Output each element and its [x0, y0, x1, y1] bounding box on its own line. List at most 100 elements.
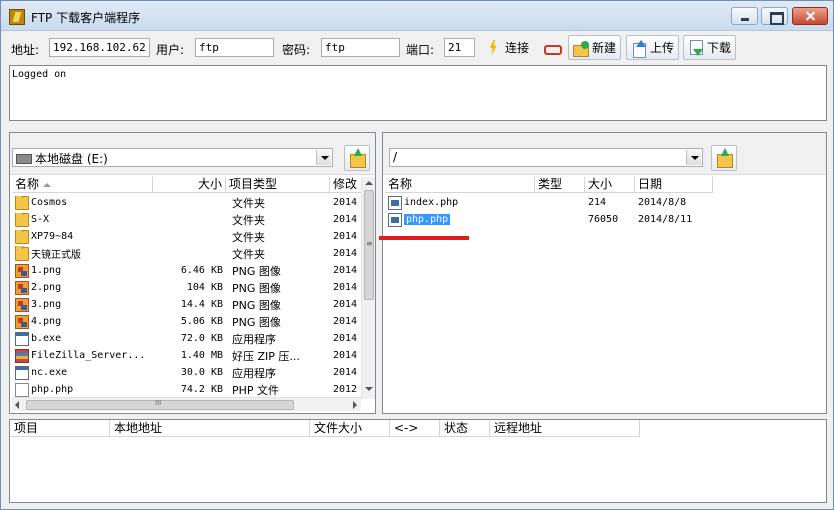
local-col-type[interactable]: 项目类型 — [226, 177, 330, 193]
local-file-row[interactable]: S-X 文件夹 2014 — [12, 211, 361, 228]
file-type: 好压 ZIP 压... — [232, 349, 300, 363]
file-modified: 2014 — [333, 367, 358, 378]
upload-icon — [631, 39, 647, 58]
file-size: 76050 — [588, 214, 619, 225]
queue-col-size[interactable]: 文件大小 — [310, 420, 390, 437]
remote-file-pane: / 名称 类型 大小 日期 index.php 214 2014/8/8 php.ph… — [382, 132, 827, 414]
file-name: 2.png — [31, 282, 62, 293]
queue-column-header: 项目 本地地址 文件大小 <-> 状态 远程地址 — [10, 420, 640, 437]
remote-col-type[interactable]: 类型 — [535, 177, 585, 193]
local-horizontal-scrollbar[interactable] — [12, 397, 361, 411]
scroll-up-icon[interactable] — [365, 181, 373, 185]
local-file-row[interactable]: Cosmos 文件夹 2014 — [12, 194, 361, 211]
file-type: 应用程序 — [232, 332, 276, 346]
minimize-button[interactable] — [731, 7, 758, 25]
minimize-icon — [732, 8, 757, 24]
file-type: 文件夹 — [232, 230, 265, 244]
remote-path-label: / — [393, 150, 398, 164]
file-size: 104 KB — [186, 282, 223, 293]
connect-label: 连接 — [505, 41, 530, 55]
new-folder-button[interactable]: 新建 — [568, 35, 622, 60]
local-file-row[interactable]: b.exe 72.0 KB 应用程序 2014 — [12, 330, 361, 347]
scroll-thumb[interactable] — [364, 190, 374, 300]
remote-file-row[interactable]: php.php 76050 2014/8/11 — [385, 211, 713, 228]
local-col-name[interactable]: 名称 — [12, 177, 153, 193]
local-file-row[interactable]: 4.png 5.06 KB PNG 图像 2014 — [12, 313, 361, 330]
file-modified: 2014 — [333, 350, 358, 361]
queue-col-direction[interactable]: <-> — [390, 420, 440, 437]
local-file-row[interactable]: FileZilla_Server... 1.40 MB 好压 ZIP 压... 201… — [12, 347, 361, 364]
port-label: 端口: — [406, 43, 435, 57]
file-name-cell: nc.exe — [12, 365, 153, 380]
exe-icon — [15, 331, 29, 346]
file-modified: 2014 — [333, 214, 358, 225]
download-icon — [688, 39, 704, 56]
transfer-queue: 项目 本地地址 文件大小 <-> 状态 远程地址 — [9, 419, 827, 503]
remote-col-size[interactable]: 大小 — [585, 177, 635, 193]
close-icon — [793, 8, 827, 24]
local-col-name-label: 名称 — [15, 177, 40, 191]
password-input[interactable]: ftp — [321, 38, 400, 57]
scroll-right-icon[interactable] — [353, 401, 357, 409]
file-date: 2014/8/11 — [638, 214, 693, 225]
chevron-down-icon[interactable] — [686, 150, 701, 165]
file-modified: 2014 — [333, 299, 358, 310]
file-modified: 2014 — [333, 316, 358, 327]
file-name: 4.png — [31, 316, 62, 327]
local-file-row[interactable]: 1.png 6.46 KB PNG 图像 2014 — [12, 262, 361, 279]
address-input[interactable]: 192.168.102.62 — [49, 38, 150, 57]
upload-button[interactable]: 上传 — [626, 35, 680, 60]
queue-col-status[interactable]: 状态 — [440, 420, 490, 437]
file-modified: 2014 — [333, 231, 358, 242]
zip-icon — [15, 348, 29, 363]
log-line: Logged on — [12, 69, 67, 80]
file-name-cell: 天镜正式版 — [12, 246, 153, 261]
local-file-row[interactable]: nc.exe 30.0 KB 应用程序 2014 — [12, 364, 361, 381]
file-modified: 2014 — [333, 282, 358, 293]
scroll-down-icon[interactable] — [365, 387, 373, 391]
folder-icon — [15, 229, 29, 244]
user-input[interactable]: ftp — [195, 38, 274, 57]
maximize-button[interactable] — [761, 7, 788, 25]
local-col-modified[interactable]: 修改 — [330, 177, 361, 193]
file-modified: 2014 — [333, 197, 358, 208]
queue-col-item[interactable]: 项目 — [10, 420, 110, 437]
remote-file-row[interactable]: index.php 214 2014/8/8 — [385, 194, 713, 211]
local-col-size[interactable]: 大小 — [153, 177, 226, 193]
local-drive-select[interactable]: 本地磁盘 (E:) — [12, 148, 333, 167]
local-file-row[interactable]: 3.png 14.4 KB PNG 图像 2014 — [12, 296, 361, 313]
local-file-list: Cosmos 文件夹 2014 S-X 文件夹 2014 XP79~84 文件夹 2014 天镜正… — [12, 194, 361, 398]
remote-path-select[interactable]: / — [389, 148, 703, 167]
disconnect-button[interactable] — [538, 35, 564, 60]
local-parent-folder-button[interactable] — [344, 145, 370, 171]
horizontal-scroll-thumb[interactable] — [26, 399, 294, 410]
local-file-row[interactable]: XP79~84 文件夹 2014 — [12, 228, 361, 245]
png-icon — [15, 314, 29, 329]
chevron-down-icon[interactable] — [316, 150, 331, 165]
connect-button[interactable]: 连接 — [481, 35, 534, 60]
title-bar: FTP 下载客户端程序 — [1, 1, 833, 31]
file-name: 天镜正式版 — [31, 250, 81, 261]
queue-col-local-address[interactable]: 本地地址 — [110, 420, 310, 437]
file-name-cell: Cosmos — [12, 195, 153, 210]
web-file-icon — [388, 195, 402, 210]
download-button[interactable]: 下载 — [683, 35, 737, 60]
remote-parent-folder-button[interactable] — [711, 145, 737, 171]
close-button[interactable] — [792, 7, 828, 25]
message-log[interactable]: Logged on — [9, 65, 827, 121]
remote-col-date[interactable]: 日期 — [635, 177, 713, 193]
local-file-row[interactable]: 天镜正式版 文件夹 2014 — [12, 245, 361, 262]
file-name: Cosmos — [31, 197, 68, 208]
file-type: PNG 图像 — [232, 298, 281, 312]
local-vertical-scrollbar[interactable] — [361, 177, 375, 399]
local-file-row[interactable]: php.php 74.2 KB PHP 文件 2012 — [12, 381, 361, 398]
port-input[interactable]: 21 — [444, 38, 475, 57]
file-name-cell: index.php — [385, 195, 535, 210]
scroll-left-icon[interactable] — [15, 401, 19, 409]
file-type: 文件夹 — [232, 247, 265, 261]
local-file-row[interactable]: 2.png 104 KB PNG 图像 2014 — [12, 279, 361, 296]
exe-icon — [15, 365, 29, 380]
remote-col-name[interactable]: 名称 — [385, 177, 535, 193]
queue-col-remote-address[interactable]: 远程地址 — [490, 420, 640, 437]
file-name-cell: php.php — [385, 212, 535, 227]
